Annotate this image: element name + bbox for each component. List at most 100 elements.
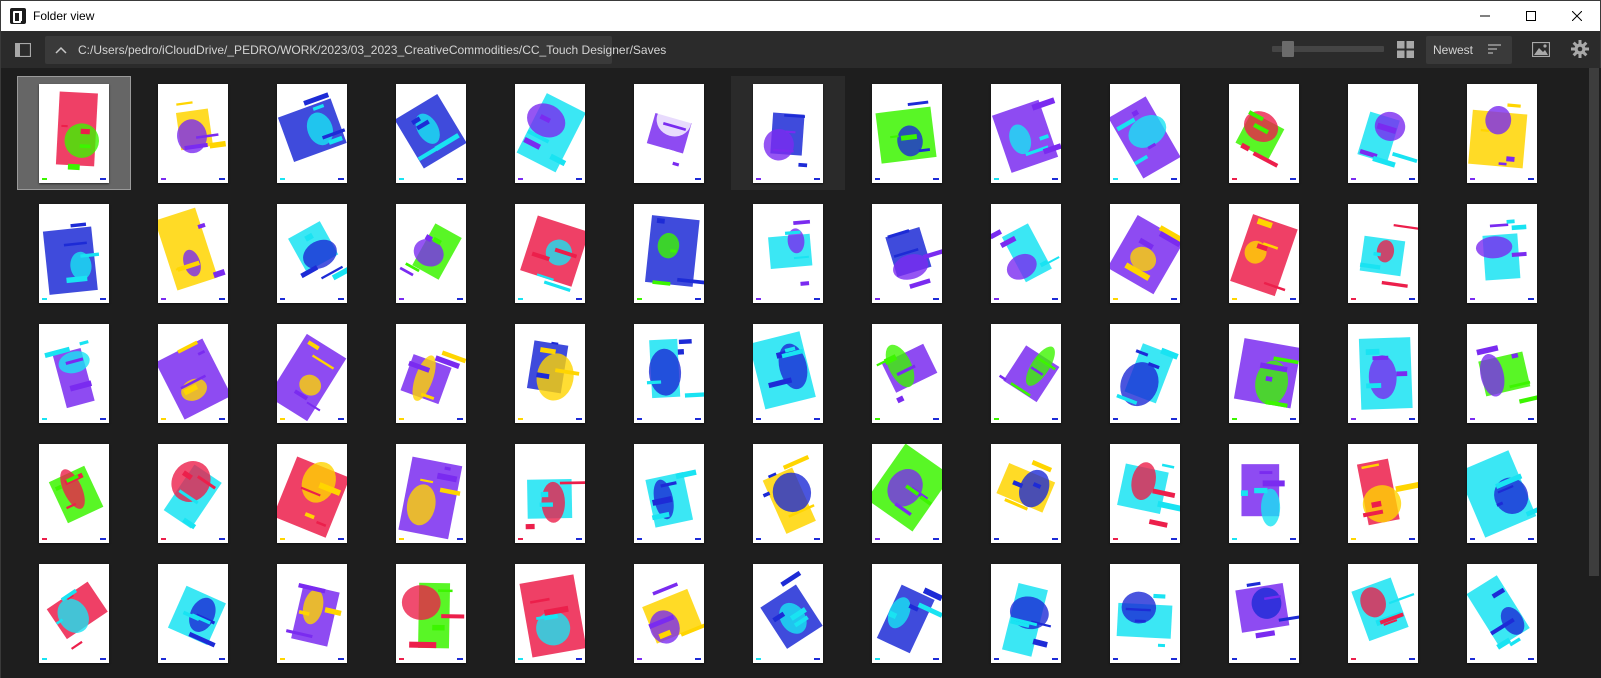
thumbnail-item[interactable] [1088, 76, 1202, 190]
thumbnail-item[interactable] [374, 436, 488, 550]
thumbnail-item[interactable] [374, 76, 488, 190]
thumbnail-item[interactable] [374, 316, 488, 430]
vertical-scrollbar[interactable] [1587, 68, 1601, 678]
minimize-button[interactable] [1462, 1, 1508, 31]
thumbnail-item[interactable] [136, 76, 250, 190]
thumbnail-item[interactable] [1445, 76, 1559, 190]
thumbnail-item[interactable] [969, 316, 1083, 430]
thumbnail-item[interactable] [17, 196, 131, 310]
thumbnail-item[interactable] [731, 436, 845, 550]
thumbnail-item[interactable] [850, 316, 964, 430]
thumbnail-item[interactable] [612, 556, 726, 670]
thumbnail-item[interactable] [493, 556, 607, 670]
thumbnail-item[interactable] [255, 76, 369, 190]
image-icon [1532, 41, 1550, 57]
thumbnail-item[interactable] [1445, 196, 1559, 310]
thumbnail-item[interactable] [612, 436, 726, 550]
sort-dropdown[interactable]: Newest [1426, 36, 1512, 64]
thumbnail-item[interactable] [1445, 556, 1559, 670]
poster-thumbnail [872, 83, 942, 183]
thumbnail-item[interactable] [1207, 76, 1321, 190]
thumbnail-item[interactable] [731, 76, 845, 190]
gear-icon [1571, 40, 1589, 58]
poster-thumbnail [515, 443, 585, 543]
thumbnail-item[interactable] [969, 76, 1083, 190]
thumbnail-item[interactable] [374, 556, 488, 670]
thumbnail-item[interactable] [731, 316, 845, 430]
thumbnail-item[interactable] [17, 76, 131, 190]
poster-thumbnail [396, 323, 466, 423]
thumbnail-item[interactable] [1088, 556, 1202, 670]
thumbnail-item[interactable] [850, 76, 964, 190]
poster-thumbnail [634, 83, 704, 183]
thumbnail-item[interactable] [850, 556, 964, 670]
poster-thumbnail [753, 443, 823, 543]
thumbnail-item[interactable] [17, 436, 131, 550]
grid-view-button[interactable] [1395, 39, 1415, 59]
thumbnail-item[interactable] [1326, 196, 1440, 310]
thumbnail-item[interactable] [731, 556, 845, 670]
poster-thumbnail [515, 83, 585, 183]
thumbnail-item[interactable] [493, 436, 607, 550]
poster-thumbnail [515, 323, 585, 423]
chevron-up-icon [55, 46, 67, 54]
image-view-button[interactable] [1531, 39, 1551, 59]
thumbnail-item[interactable] [1445, 316, 1559, 430]
thumbnail-item[interactable] [1207, 196, 1321, 310]
thumbnail-item[interactable] [374, 196, 488, 310]
poster-thumbnail [1348, 323, 1418, 423]
thumbnail-item[interactable] [1088, 436, 1202, 550]
thumbnail-item[interactable] [612, 196, 726, 310]
zoom-slider-thumb[interactable] [1282, 41, 1294, 57]
thumbnail-item[interactable] [255, 436, 369, 550]
poster-thumbnail [158, 203, 228, 303]
poster-thumbnail [872, 323, 942, 423]
thumbnail-item[interactable] [493, 196, 607, 310]
thumbnail-item[interactable] [493, 316, 607, 430]
thumbnail-item[interactable] [255, 316, 369, 430]
thumbnail-item[interactable] [969, 436, 1083, 550]
maximize-button[interactable] [1508, 1, 1554, 31]
thumbnail-item[interactable] [136, 436, 250, 550]
thumbnail-item[interactable] [136, 196, 250, 310]
thumbnail-item[interactable] [850, 436, 964, 550]
poster-thumbnail [396, 83, 466, 183]
thumbnail-item[interactable] [17, 556, 131, 670]
thumbnail-item[interactable] [612, 76, 726, 190]
thumbnail-item[interactable] [1326, 76, 1440, 190]
thumbnail-item[interactable] [17, 316, 131, 430]
thumbnail-item[interactable] [493, 76, 607, 190]
thumbnail-item[interactable] [850, 196, 964, 310]
thumbnail-item[interactable] [969, 556, 1083, 670]
thumbnail-item[interactable] [1326, 436, 1440, 550]
thumbnail-item[interactable] [1207, 316, 1321, 430]
thumbnail-item[interactable] [1445, 436, 1559, 550]
sidebar-toggle-button[interactable] [13, 40, 33, 60]
poster-thumbnail [515, 563, 585, 663]
thumbnail-item[interactable] [1207, 436, 1321, 550]
poster-thumbnail [39, 203, 109, 303]
poster-thumbnail [1229, 323, 1299, 423]
thumbnail-item[interactable] [612, 316, 726, 430]
thumbnail-item[interactable] [1207, 556, 1321, 670]
poster-thumbnail [39, 323, 109, 423]
thumbnail-item[interactable] [1088, 316, 1202, 430]
thumbnail-item[interactable] [1326, 556, 1440, 670]
scrollbar-thumb[interactable] [1589, 68, 1599, 576]
path-bar[interactable]: C:/Users/pedro/iCloudDrive/_PEDRO/WORK/2… [45, 36, 666, 64]
thumbnail-item[interactable] [255, 556, 369, 670]
settings-button[interactable] [1570, 39, 1590, 59]
thumbnail-item[interactable] [731, 196, 845, 310]
poster-thumbnail [753, 323, 823, 423]
thumbnail-item[interactable] [136, 316, 250, 430]
poster-thumbnail [634, 443, 704, 543]
thumbnail-item[interactable] [136, 556, 250, 670]
maximize-icon [1526, 11, 1536, 21]
thumbnail-item[interactable] [1326, 316, 1440, 430]
close-button[interactable] [1554, 1, 1600, 31]
thumbnail-item[interactable] [255, 196, 369, 310]
up-folder-button[interactable] [55, 44, 67, 62]
poster-thumbnail [991, 443, 1061, 543]
thumbnail-item[interactable] [1088, 196, 1202, 310]
thumbnail-item[interactable] [969, 196, 1083, 310]
